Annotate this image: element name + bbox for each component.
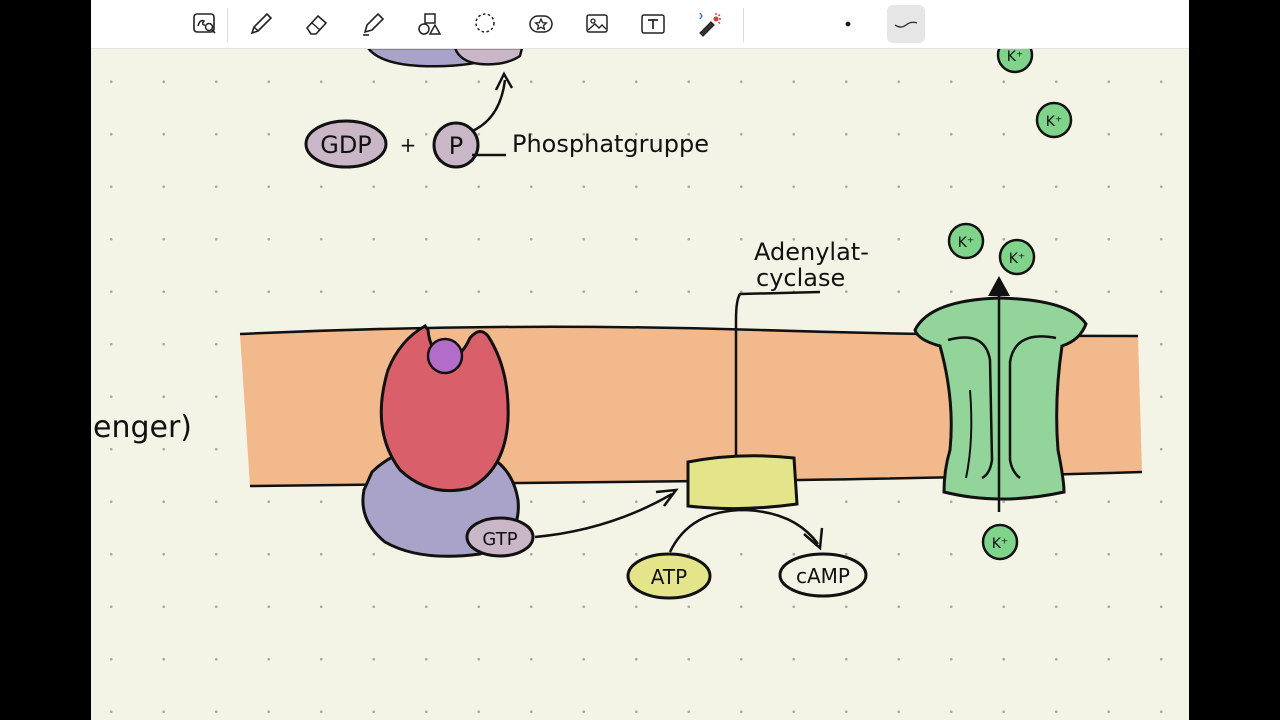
- text-icon: [641, 14, 665, 34]
- pen-icon: [250, 12, 273, 35]
- dot-size-icon: [845, 21, 851, 27]
- sticker-tool[interactable]: [525, 8, 557, 40]
- laser-pointer-tool[interactable]: [693, 8, 725, 40]
- adenylatcyclase-label-2: cyclase: [756, 264, 845, 292]
- camp-molecule: cAMP: [778, 552, 868, 598]
- svg-text:K⁺: K⁺: [1009, 251, 1026, 267]
- pen-tool[interactable]: [245, 8, 277, 40]
- gtp-molecule: GTP: [465, 516, 535, 558]
- lasso-search-tool[interactable]: [189, 8, 221, 40]
- svg-text:K⁺: K⁺: [958, 235, 975, 251]
- lasso-icon: [475, 13, 495, 33]
- arrow-gtp-to-cyclase: [534, 492, 673, 539]
- reaction-arc: [668, 508, 820, 553]
- camp-label: cAMP: [796, 564, 850, 588]
- text-tool[interactable]: [637, 8, 669, 40]
- drawing-layer: GDP + P Phosphatgruppe K⁺ K⁺ Adenylat- c…: [93, 36, 1143, 600]
- highlighter-tool[interactable]: [357, 8, 389, 40]
- lasso-search-icon: [193, 13, 216, 34]
- ligand: [426, 337, 464, 375]
- plus-sign: +: [400, 133, 417, 157]
- gdp-label: GDP: [320, 131, 372, 159]
- k-ion-upper-right: K⁺: [998, 238, 1036, 276]
- partial-g-protein-top: [365, 46, 524, 68]
- pen-size-dot[interactable]: [832, 8, 864, 40]
- drawing-toolbar: [91, 0, 1189, 49]
- pen-size-stroke[interactable]: [887, 5, 925, 43]
- atp-molecule: ATP: [626, 552, 712, 600]
- arrow-p-to-gtp: [469, 79, 507, 134]
- phosphate-molecule: P: [432, 121, 480, 169]
- svg-text:K⁺: K⁺: [992, 536, 1009, 552]
- p-label: P: [449, 132, 463, 160]
- stroke-size-icon: [894, 21, 918, 28]
- adenylate-cyclase: [686, 454, 799, 511]
- toolbar-divider: [227, 8, 228, 42]
- lasso-tool[interactable]: [469, 8, 501, 40]
- k-ion-upper-left: K⁺: [947, 222, 985, 260]
- sticker-icon: [529, 15, 553, 33]
- gdp-molecule: GDP: [304, 119, 388, 169]
- k-ion-lower: K⁺: [981, 523, 1019, 561]
- svg-text:K⁺: K⁺: [1007, 49, 1024, 65]
- image-icon: [586, 14, 608, 33]
- shapes-icon: [418, 13, 442, 35]
- svg-text:K⁺: K⁺: [1046, 114, 1063, 130]
- eraser-tool[interactable]: [301, 8, 333, 40]
- app-window: GDP + P Phosphatgruppe K⁺ K⁺ Adenylat- c…: [0, 0, 1280, 720]
- eraser-icon: [305, 14, 328, 35]
- k-ion-top-2: K⁺: [1035, 101, 1073, 139]
- gtp-label: GTP: [482, 529, 517, 550]
- shapes-tool[interactable]: [413, 8, 445, 40]
- toolbar-divider: [743, 8, 744, 42]
- image-tool[interactable]: [581, 8, 613, 40]
- adenylatcyclase-label-1: Adenylat-: [754, 238, 869, 266]
- partial-left-text: enger): [93, 410, 192, 445]
- phosphatgruppe-label: Phosphatgruppe: [512, 130, 709, 158]
- laser-pointer-icon: [699, 12, 721, 37]
- atp-label: ATP: [651, 565, 687, 589]
- highlighter-icon: [363, 12, 385, 36]
